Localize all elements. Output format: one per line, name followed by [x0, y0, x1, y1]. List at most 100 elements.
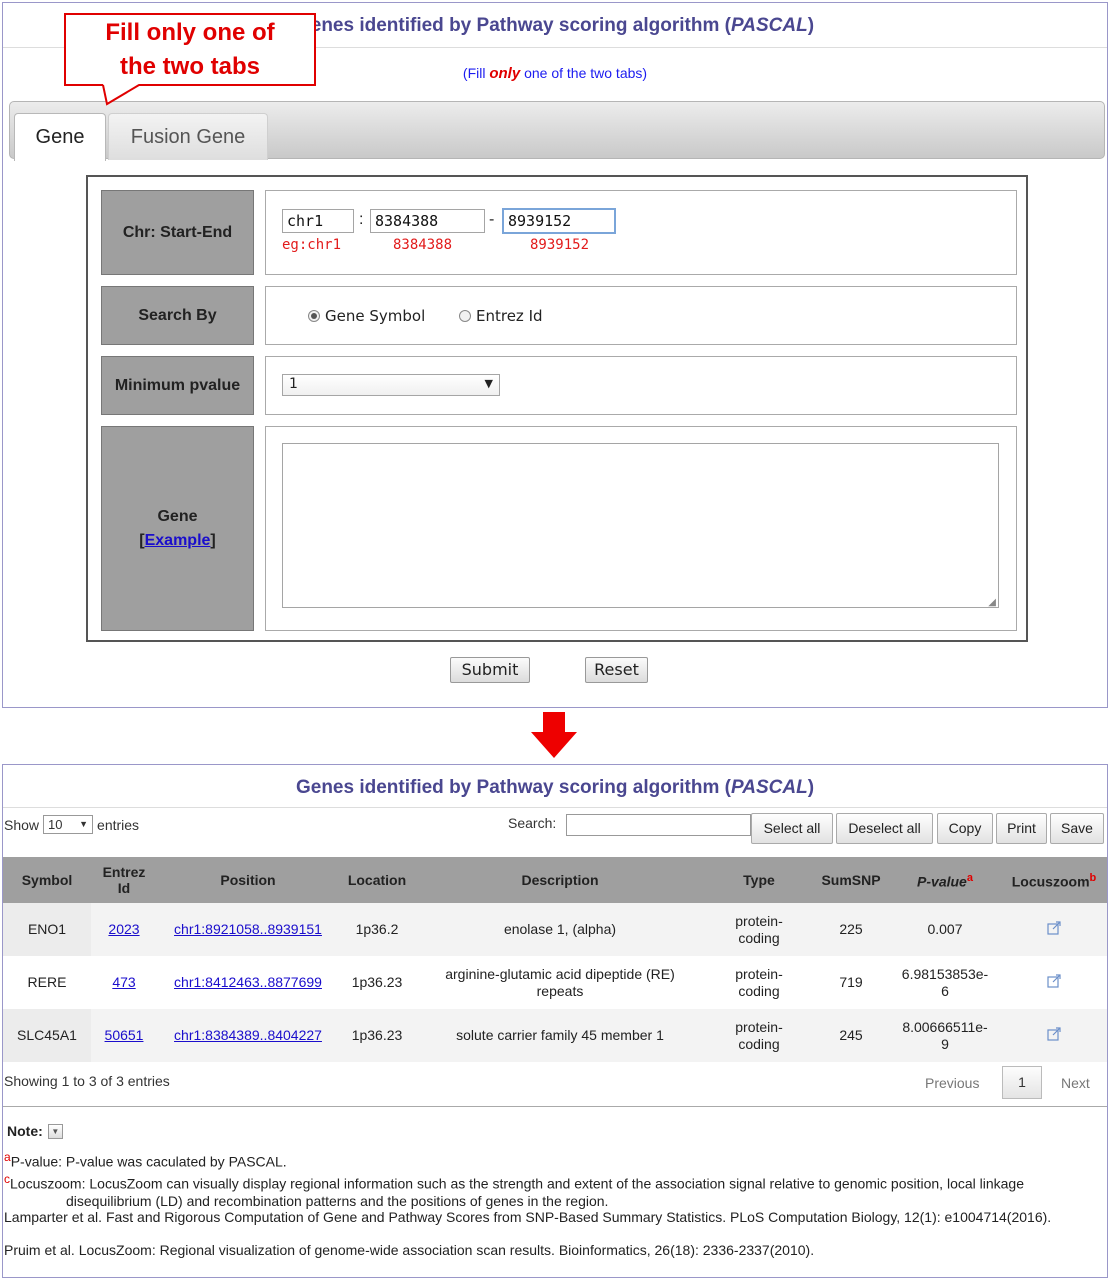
gene-search-form: Chr: Start-End chr1 : 8384388 - 8939152 …	[86, 175, 1028, 642]
chevron-down-icon: ▼	[484, 377, 493, 390]
col-description[interactable]: Description	[415, 857, 705, 903]
cell-entrez: 2023	[91, 903, 157, 956]
table-row: RERE 473 chr1:8412463..8877699 1p36.23 a…	[3, 956, 1107, 1009]
example-end: 8939152	[530, 237, 590, 253]
search-by-field-cell: Gene Symbol Entrez Id	[265, 286, 1017, 345]
cell-symbol: SLC45A1	[3, 1009, 91, 1062]
external-link-icon[interactable]	[1047, 920, 1061, 935]
col-pvalue[interactable]: P-valuea	[889, 857, 1001, 903]
reference-1: Lamparter et al. Fast and Rigorous Compu…	[4, 1209, 1052, 1225]
minimum-pvalue-select[interactable]: 1 ▼	[282, 374, 500, 396]
collapse-toggle-icon[interactable]: ▼	[47, 1123, 63, 1139]
divider	[3, 1106, 1107, 1107]
cell-symbol: RERE	[3, 956, 91, 1009]
table-row: ENO1 2023 chr1:8921058..8939151 1p36.2 e…	[3, 903, 1107, 956]
note-locuszoom: cLocuszoom: LocusZoom can visually displ…	[4, 1172, 1025, 1209]
example-link[interactable]: Example	[145, 532, 211, 549]
cell-sumsnp: 225	[813, 903, 889, 956]
query-panel: Genes identified by Pathway scoring algo…	[2, 2, 1108, 708]
page-length-control: Show 10 ▼ entries	[4, 815, 140, 834]
search-by-label: Search By	[101, 286, 254, 345]
cell-entrez: 50651	[91, 1009, 157, 1062]
col-type[interactable]: Type	[705, 857, 813, 903]
radio-unchecked-icon	[459, 310, 471, 322]
cell-type: protein-coding	[705, 903, 813, 956]
chr-label: Chr: Start-End	[101, 190, 254, 275]
pagination-page[interactable]: 1	[1002, 1066, 1042, 1099]
position-link[interactable]: chr1:8412463..8877699	[174, 974, 322, 990]
reference-2: Pruim et al. LocusZoom: Regional visuali…	[4, 1242, 815, 1258]
cell-pvalue: 0.007	[889, 903, 1001, 956]
cell-pvalue: 8.00666511e- 9	[889, 1009, 1001, 1062]
radio-checked-icon	[308, 310, 320, 322]
cell-position: chr1:8412463..8877699	[157, 956, 339, 1009]
radio-entrez-id[interactable]: Entrez Id	[459, 307, 543, 325]
results-title: Genes identified by Pathway scoring algo…	[295, 777, 815, 798]
chevron-down-icon: ▼	[79, 819, 89, 829]
cell-location: 1p36.2	[339, 903, 415, 956]
cell-location: 1p36.23	[339, 956, 415, 1009]
start-input[interactable]: 8384388	[370, 209, 485, 233]
end-input[interactable]: 8939152	[502, 208, 616, 234]
cell-pvalue: 6.98153853e- 6	[889, 956, 1001, 1009]
print-button[interactable]: Print	[996, 813, 1047, 844]
cell-locuszoom	[1001, 903, 1107, 956]
example-start: 8384388	[393, 237, 453, 253]
cell-symbol: ENO1	[3, 903, 91, 956]
table-header-row: Symbol Entrez Id Position Location Descri…	[3, 857, 1107, 903]
chr-input[interactable]: chr1	[282, 209, 354, 233]
position-link[interactable]: chr1:8921058..8939151	[174, 921, 322, 937]
results-panel: Genes identified by Pathway scoring algo…	[2, 764, 1108, 1278]
external-link-icon[interactable]	[1047, 973, 1061, 988]
submit-button[interactable]: Submit	[450, 657, 530, 683]
cell-type: protein-coding	[705, 956, 813, 1009]
divider	[3, 807, 1107, 808]
col-symbol[interactable]: Symbol	[3, 857, 91, 903]
cell-type: protein-coding	[705, 1009, 813, 1062]
page-length-select[interactable]: 10 ▼	[43, 815, 94, 834]
colon-separator: :	[359, 211, 364, 228]
example-chr: eg:chr1	[282, 237, 342, 253]
entrez-link[interactable]: 50651	[105, 1027, 144, 1043]
minimum-pvalue-label: Minimum pvalue	[101, 356, 254, 415]
deselect-all-button[interactable]: Deselect all	[836, 813, 933, 844]
position-link[interactable]: chr1:8384389..8404227	[174, 1027, 322, 1043]
cell-entrez: 473	[91, 956, 157, 1009]
gene-label: Gene [Example]	[101, 426, 254, 631]
save-button[interactable]: Save	[1050, 813, 1104, 844]
reset-button[interactable]: Reset	[585, 657, 648, 683]
gene-field-cell: ◢	[265, 426, 1017, 631]
search-label: Search:	[508, 815, 557, 831]
table-row: SLC45A1 50651 chr1:8384389..8404227 1p36…	[3, 1009, 1107, 1062]
table-info: Showing 1 to 3 of 3 entries	[4, 1073, 170, 1089]
col-location[interactable]: Location	[339, 857, 415, 903]
pagination-previous[interactable]: Previous	[925, 1075, 979, 1091]
entrez-link[interactable]: 2023	[108, 921, 139, 937]
tab-fusion-gene[interactable]: Fusion Gene	[108, 113, 268, 160]
external-link-icon[interactable]	[1047, 1026, 1061, 1041]
pagination-next[interactable]: Next	[1061, 1075, 1090, 1091]
select-all-button[interactable]: Select all	[751, 813, 833, 844]
search-input[interactable]	[566, 814, 751, 836]
cell-position: chr1:8921058..8939151	[157, 903, 339, 956]
col-position[interactable]: Position	[157, 857, 339, 903]
col-locuszoom[interactable]: Locuszoomb	[1001, 857, 1107, 903]
cell-locuszoom	[1001, 1009, 1107, 1062]
tab-gene[interactable]: Gene	[14, 113, 106, 161]
copy-button[interactable]: Copy	[937, 813, 993, 844]
cell-description: enolase 1, (alpha)	[415, 903, 705, 956]
cell-sumsnp: 719	[813, 956, 889, 1009]
tab-bar: Gene Fusion Gene	[9, 101, 1105, 161]
note-heading: Note: ▼	[7, 1123, 63, 1139]
dash-separator: -	[489, 211, 495, 228]
gene-textarea[interactable]	[282, 443, 999, 608]
resize-grip-icon[interactable]: ◢	[988, 597, 996, 608]
col-entrez-id[interactable]: Entrez Id	[91, 857, 157, 903]
cell-locuszoom	[1001, 956, 1107, 1009]
radio-gene-symbol[interactable]: Gene Symbol	[308, 307, 425, 325]
col-sumsnp[interactable]: SumSNP	[813, 857, 889, 903]
note-pvalue: aP-value: P-value was caculated by PASCA…	[4, 1150, 287, 1170]
cell-description: solute carrier family 45 member 1	[415, 1009, 705, 1062]
results-table: Symbol Entrez Id Position Location Descri…	[3, 857, 1107, 1062]
entrez-link[interactable]: 473	[112, 974, 135, 990]
